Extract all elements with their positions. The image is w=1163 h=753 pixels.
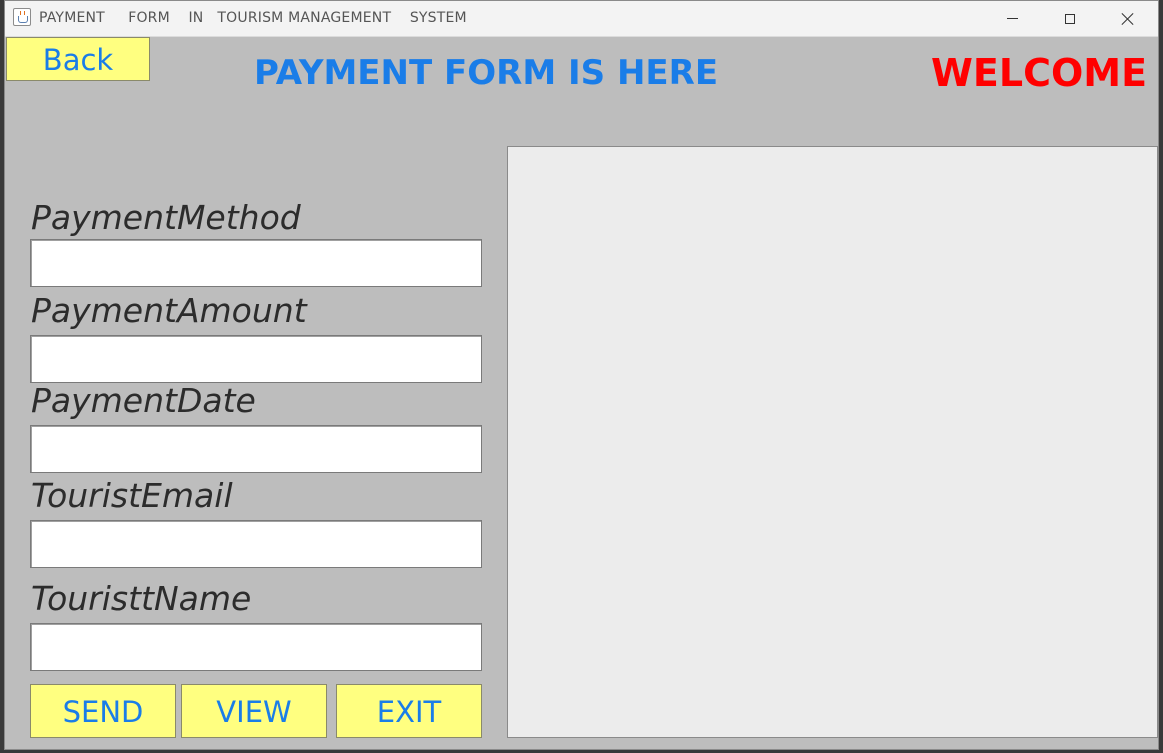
- exit-button[interactable]: EXIT: [336, 684, 482, 738]
- payment-date-input[interactable]: [30, 425, 482, 473]
- send-button[interactable]: SEND: [30, 684, 176, 738]
- title-bar: PAYMENT FORM IN TOURISM MANAGEMENT SYSTE…: [5, 1, 1158, 37]
- tourist-email-label: TouristEmail: [31, 476, 233, 515]
- tourist-name-label: TouristtName: [31, 579, 252, 618]
- maximize-button[interactable]: [1041, 1, 1099, 36]
- payment-method-input[interactable]: [30, 239, 482, 287]
- payment-amount-label: PaymentAmount: [31, 291, 307, 330]
- tourist-email-input[interactable]: [30, 520, 482, 568]
- view-button[interactable]: VIEW: [181, 684, 327, 738]
- tourist-name-input[interactable]: [30, 623, 482, 671]
- close-icon: [1121, 12, 1135, 26]
- close-button[interactable]: [1099, 1, 1157, 36]
- back-button[interactable]: Back: [6, 37, 150, 81]
- payment-amount-input[interactable]: [30, 335, 482, 383]
- minimize-icon: [1006, 18, 1018, 19]
- page-title: PAYMENT FORM IS HERE: [254, 53, 719, 93]
- java-cup-icon: [13, 8, 31, 26]
- minimize-button[interactable]: [983, 1, 1041, 36]
- maximize-icon: [1065, 13, 1075, 24]
- payment-method-label: PaymentMethod: [31, 198, 301, 237]
- records-display-panel[interactable]: [507, 146, 1158, 738]
- window-title: PAYMENT FORM IN TOURISM MANAGEMENT SYSTE…: [39, 10, 467, 26]
- payment-date-label: PaymentDate: [31, 381, 256, 420]
- welcome-label: WELCOME: [931, 51, 1148, 95]
- payment-form-window: PAYMENT FORM IN TOURISM MANAGEMENT SYSTE…: [4, 0, 1159, 750]
